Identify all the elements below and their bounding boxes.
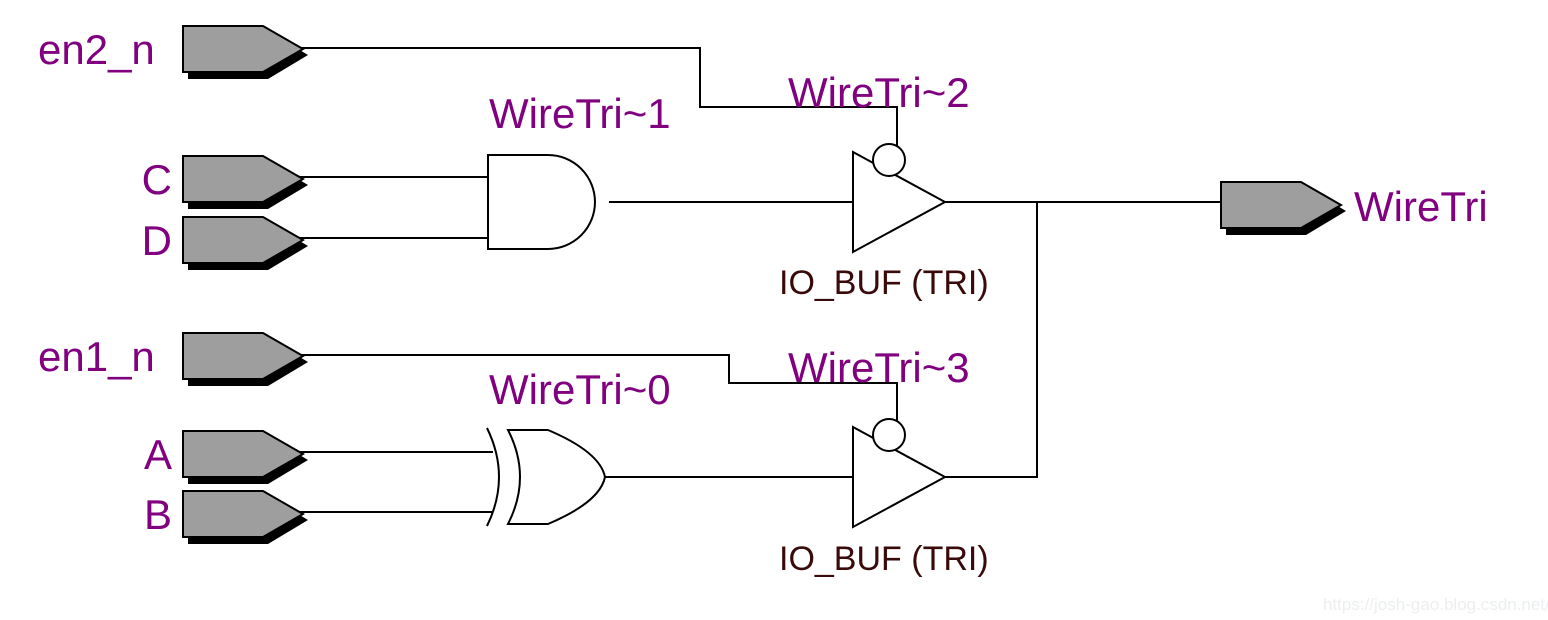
port-label-C: C	[142, 156, 172, 203]
port-C[interactable]	[182, 155, 308, 209]
port-label-D: D	[142, 217, 172, 264]
port-A[interactable]	[182, 430, 308, 484]
net-label-wiretri-3: WireTri~3	[788, 344, 970, 391]
watermark-text: https://josh-gao.blog.csdn.net/	[1323, 595, 1548, 614]
port-label-WireTri: WireTri	[1354, 183, 1488, 230]
tri-buffer-top-enable-bubble	[872, 143, 906, 177]
net-label-wiretri-0: WireTri~0	[489, 366, 671, 413]
tri-buffer-bottom[interactable]	[852, 418, 948, 529]
tri-buffer-bottom-enable-bubble	[872, 418, 906, 452]
port-B[interactable]	[182, 490, 308, 544]
net-label-wiretri-2: WireTri~2	[788, 69, 970, 116]
wire-layer	[299, 47, 1222, 513]
port-WireTri[interactable]	[1220, 181, 1346, 235]
port-D[interactable]	[182, 216, 308, 270]
port-label-B: B	[144, 491, 172, 538]
tri-buffer-top[interactable]	[852, 143, 948, 254]
and-gate[interactable]	[487, 154, 596, 250]
schematic-canvas: en2_n C D en1_n A B WireTri WireTri~1 Wi…	[0, 0, 1548, 620]
port-label-en1_n: en1_n	[38, 333, 155, 380]
xor-gate[interactable]	[486, 427, 607, 527]
xor-gate-body	[506, 429, 607, 525]
port-en1_n[interactable]	[182, 332, 308, 386]
port-label-A: A	[144, 431, 172, 478]
wire-output-tie	[944, 201, 1038, 478]
port-en2_n[interactable]	[182, 25, 308, 79]
instance-label-tri-bottom: IO_BUF (TRI)	[779, 540, 989, 578]
and-gate-body	[487, 154, 596, 250]
port-label-en2_n: en2_n	[38, 26, 155, 73]
instance-label-tri-top: IO_BUF (TRI)	[779, 264, 989, 302]
net-label-wiretri-1: WireTri~1	[489, 90, 671, 137]
